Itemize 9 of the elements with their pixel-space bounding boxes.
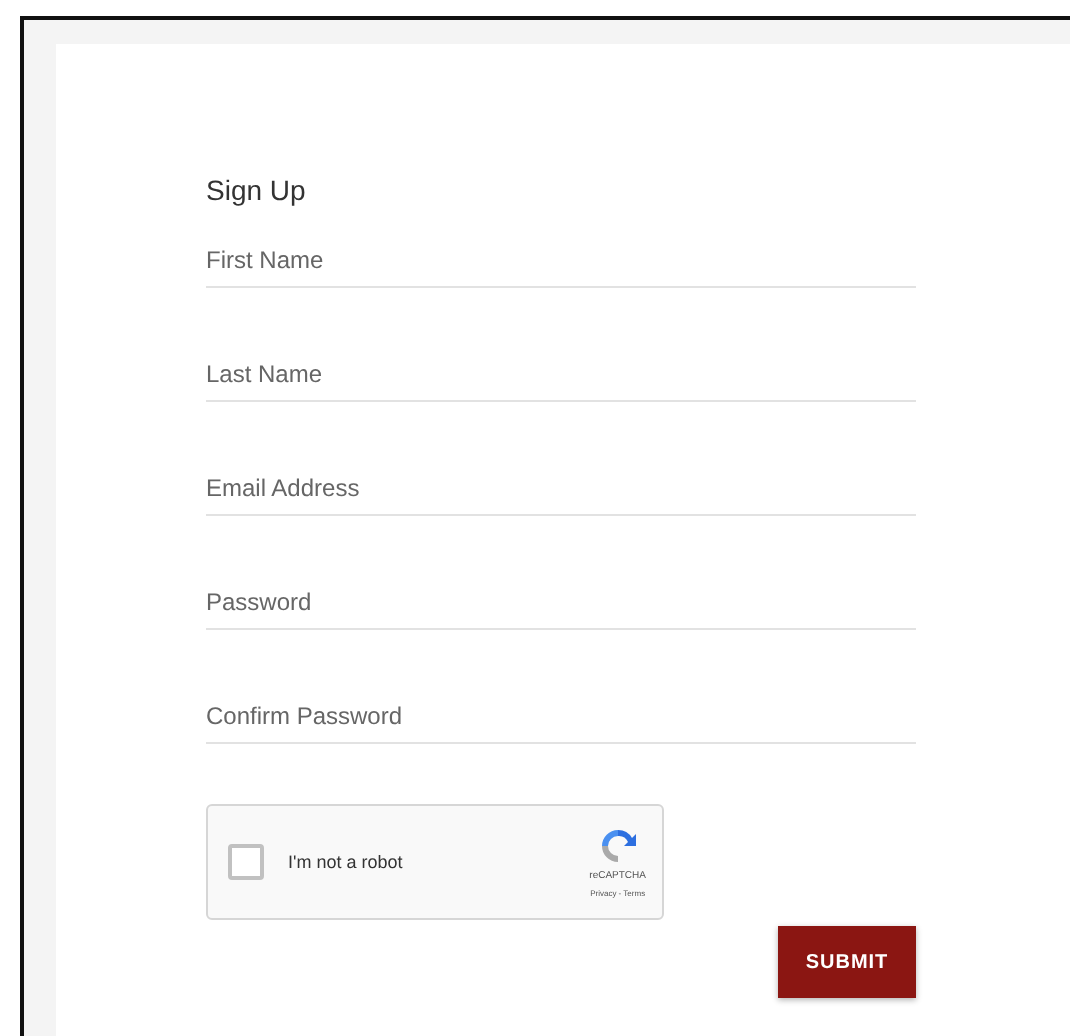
input-field[interactable]: Password bbox=[206, 576, 916, 630]
form-title: Sign Up bbox=[206, 174, 308, 210]
captcha-checkbox[interactable] bbox=[228, 844, 264, 880]
input-field[interactable]: First Name bbox=[206, 234, 916, 288]
input-field[interactable]: Confirm Password bbox=[206, 690, 916, 744]
input-field[interactable]: Email Address bbox=[206, 462, 916, 516]
captcha-label: I'm not a robot bbox=[288, 852, 405, 872]
submit-button[interactable]: SUBMIT bbox=[778, 926, 916, 998]
input-field[interactable]: Last Name bbox=[206, 348, 916, 402]
